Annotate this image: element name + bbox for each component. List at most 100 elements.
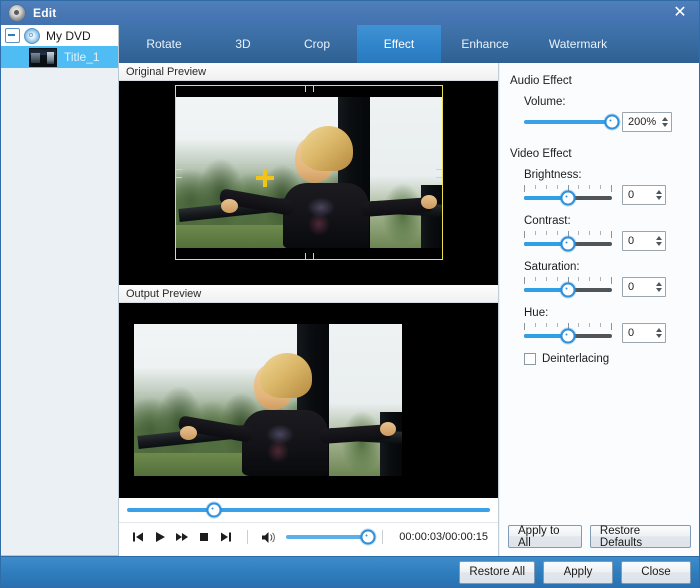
tree-item-my-dvd[interactable]: My DVD <box>1 25 118 46</box>
volume-spinner[interactable]: 200% <box>622 112 672 132</box>
contrast-control-row: 0 <box>524 231 690 252</box>
title-bar: Edit ✕ <box>1 1 699 25</box>
video-thumbnail-icon <box>29 47 57 67</box>
volume-track[interactable] <box>286 529 376 545</box>
tab-watermark[interactable]: Watermark <box>529 25 627 63</box>
photo-boy-hand-right <box>380 422 396 436</box>
handle-top-middle[interactable] <box>305 85 314 92</box>
photo-boy-hair <box>301 126 353 171</box>
hue-spinner-arrows[interactable] <box>652 324 665 342</box>
chevron-up-icon[interactable] <box>655 236 662 240</box>
contrast-slider-handle[interactable] <box>560 236 576 252</box>
hue-value: 0 <box>628 327 635 339</box>
photo-boy-hand-right <box>421 195 437 209</box>
chevron-up-icon[interactable] <box>655 328 662 332</box>
chevron-down-icon[interactable] <box>655 334 662 338</box>
hue-spinner[interactable]: 0 <box>622 323 666 343</box>
volume-value: 200% <box>628 116 657 128</box>
chevron-up-icon[interactable] <box>655 282 662 286</box>
saturation-spinner-arrows[interactable] <box>652 278 665 296</box>
tree-child-label: Title_1 <box>64 50 100 64</box>
chevron-down-icon[interactable] <box>655 288 662 292</box>
photo-boy-hair <box>260 353 312 398</box>
saturation-spinner[interactable]: 0 <box>622 277 666 297</box>
fast-forward-button[interactable] <box>171 526 193 548</box>
hue-slider-handle[interactable] <box>560 328 576 344</box>
transport-bar: 00:00:03/00:00:15 <box>119 523 498 551</box>
chevron-up-icon[interactable] <box>661 117 668 121</box>
brightness-slider[interactable] <box>524 185 612 206</box>
play-button[interactable] <box>149 526 171 548</box>
timecode-divider <box>382 530 383 544</box>
hue-slider[interactable] <box>524 323 612 344</box>
handle-top-right[interactable] <box>436 85 443 92</box>
volume-control-row: 200% <box>524 112 690 132</box>
seek-track[interactable] <box>127 502 490 518</box>
video-effect-group-title: Video Effect <box>510 148 572 160</box>
output-preview-stage[interactable] <box>119 303 498 498</box>
panel-button-row: Apply to All Restore Defaults <box>500 525 699 549</box>
contrast-spinner[interactable]: 0 <box>622 231 666 251</box>
deinterlacing-checkbox[interactable] <box>524 353 536 365</box>
saturation-slider-handle[interactable] <box>560 282 576 298</box>
tab-crop[interactable]: Crop <box>277 25 357 63</box>
speaker-icon[interactable] <box>258 526 280 548</box>
saturation-slider[interactable] <box>524 277 612 298</box>
photo-boy-hand-left <box>180 426 197 440</box>
deinterlacing-checkbox-row[interactable]: Deinterlacing <box>524 353 690 365</box>
seek-bar-row <box>119 498 498 523</box>
volume-label: Volume: <box>524 96 566 108</box>
edit-window: Edit ✕ My DVD Title_1 Rotate 3D Crop Eff… <box>0 0 700 588</box>
collapse-icon[interactable] <box>5 28 20 43</box>
output-preview-image <box>134 324 402 476</box>
seek-handle[interactable] <box>206 502 222 518</box>
volume-slider[interactable] <box>524 114 620 130</box>
disc-icon <box>24 27 40 44</box>
volume-handle[interactable] <box>360 529 376 545</box>
close-button[interactable]: Close <box>621 560 691 584</box>
volume-spinner-arrows[interactable] <box>658 113 671 131</box>
tab-3d[interactable]: 3D <box>209 25 277 63</box>
chevron-down-icon[interactable] <box>655 196 662 200</box>
tree-item-label: My DVD <box>46 28 91 43</box>
chevron-up-icon[interactable] <box>655 190 662 194</box>
contrast-spinner-arrows[interactable] <box>652 232 665 250</box>
tab-effect[interactable]: Effect <box>357 25 441 63</box>
original-preview-header: Original Preview <box>119 63 498 81</box>
transport-divider <box>247 530 248 544</box>
close-icon[interactable]: ✕ <box>665 2 695 24</box>
project-tree-sidebar: My DVD Title_1 <box>1 25 119 587</box>
stop-button[interactable] <box>193 526 215 548</box>
handle-bottom-left[interactable] <box>175 253 182 260</box>
brightness-control-row: 0 <box>524 185 690 206</box>
original-preview-stage[interactable] <box>119 81 498 285</box>
chevron-down-icon[interactable] <box>661 123 668 127</box>
original-preview-image <box>175 97 443 248</box>
restore-all-button[interactable]: Restore All <box>459 560 535 584</box>
hue-label: Hue: <box>524 307 549 319</box>
previous-button[interactable] <box>127 526 149 548</box>
apply-to-all-button[interactable]: Apply to All <box>508 525 582 549</box>
chevron-down-icon[interactable] <box>655 242 662 246</box>
volume-slider-handle[interactable] <box>604 114 620 130</box>
apply-button[interactable]: Apply <box>543 560 613 584</box>
photo-shirt-print <box>260 420 300 468</box>
tab-enhance[interactable]: Enhance <box>441 25 529 63</box>
contrast-value: 0 <box>628 235 635 247</box>
saturation-control-row: 0 <box>524 277 690 298</box>
contrast-slider[interactable] <box>524 231 612 252</box>
tree-item-title-1[interactable]: Title_1 <box>1 46 118 68</box>
brightness-spinner[interactable]: 0 <box>622 185 666 205</box>
tab-rotate[interactable]: Rotate <box>119 25 209 63</box>
restore-defaults-button[interactable]: Restore Defaults <box>589 525 691 549</box>
handle-top-left[interactable] <box>175 85 182 92</box>
handle-bottom-right[interactable] <box>436 253 443 260</box>
volume-slider-track <box>524 120 612 124</box>
saturation-value: 0 <box>628 281 635 293</box>
brightness-slider-handle[interactable] <box>560 190 576 206</box>
photo-shirt-print <box>301 193 341 241</box>
photo-boy-hand-left <box>221 199 238 213</box>
next-button[interactable] <box>215 526 237 548</box>
brightness-spinner-arrows[interactable] <box>652 186 665 204</box>
handle-bottom-middle[interactable] <box>305 253 314 260</box>
